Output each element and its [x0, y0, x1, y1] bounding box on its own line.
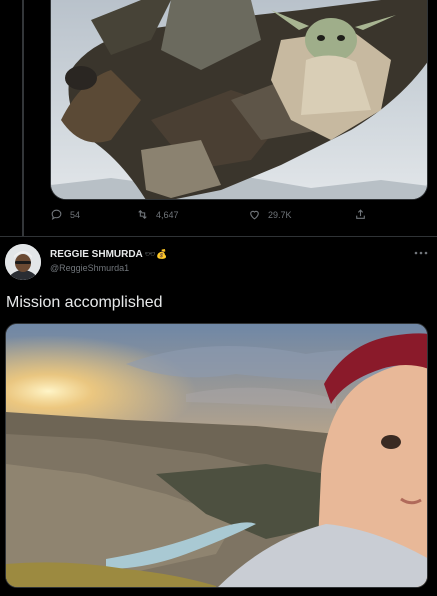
avatar[interactable]	[5, 244, 41, 280]
illustration-image	[51, 0, 427, 199]
avatar-image	[5, 244, 41, 280]
like-count: 29.7K	[268, 209, 292, 220]
tweet-media[interactable]	[5, 323, 428, 588]
photo-image	[6, 324, 427, 587]
previous-tweet-media[interactable]	[50, 0, 428, 200]
author-emojis: 🕶️💰	[144, 249, 168, 259]
author-handle[interactable]: @ReggieShmurda1	[50, 263, 129, 273]
like-button[interactable]: 29.7K	[248, 208, 292, 221]
tweet-text: Mission accomplished	[6, 294, 163, 311]
thread-connector-line	[22, 0, 24, 236]
retweet-count: 4,647	[156, 209, 179, 220]
tweet-divider	[0, 236, 437, 237]
reply-count: 54	[70, 209, 81, 220]
reply-icon	[51, 209, 62, 221]
more-options-icon[interactable]	[412, 248, 430, 258]
retweet-button[interactable]: 4,647	[136, 208, 179, 221]
reply-button[interactable]: 54	[50, 208, 80, 221]
previous-tweet-actions: 54 4,647 29.7K	[50, 208, 428, 230]
author-display-name: REGGIE SHMURDA	[50, 249, 143, 260]
share-icon	[356, 209, 365, 219]
author-display-name-row[interactable]: REGGIE SHMURDA 🕶️💰	[50, 249, 167, 260]
heart-icon	[250, 210, 259, 220]
share-button[interactable]	[354, 208, 367, 221]
retweet-icon	[138, 209, 147, 220]
